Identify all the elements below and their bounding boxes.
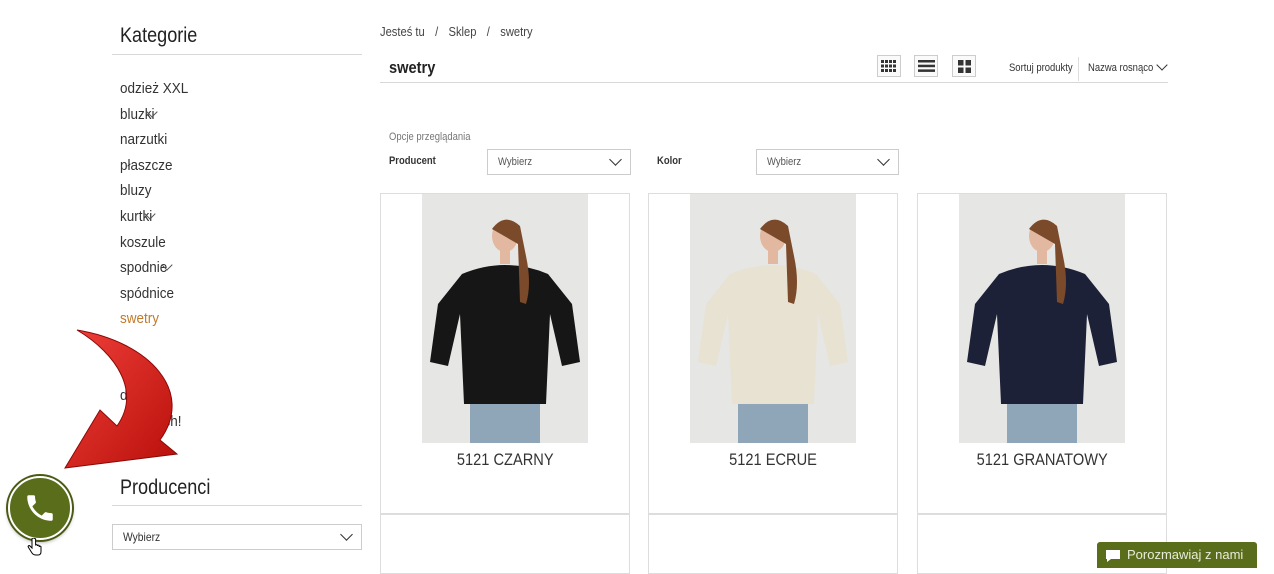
category-item[interactable]: kurtki: [120, 206, 196, 232]
producers-select-value: Wybierz: [123, 530, 161, 544]
chat-button[interactable]: Porozmawiaj z nami: [1097, 542, 1257, 568]
phone-icon: [27, 495, 53, 521]
producers-select[interactable]: Wybierz: [112, 524, 362, 550]
product-name[interactable]: 5121 CZARNY: [381, 450, 629, 470]
category-item[interactable]: narzutki: [120, 129, 196, 155]
chat-bubble-icon: [1106, 550, 1120, 562]
grid-large-icon: [957, 59, 971, 73]
list-view-button[interactable]: [914, 55, 938, 77]
category-label: płaszcze: [120, 156, 173, 174]
product-card[interactable]: [648, 514, 898, 574]
product-card[interactable]: 5121 CZARNY: [380, 193, 630, 514]
sort-select[interactable]: Nazwa rosnąco: [1088, 62, 1164, 74]
breadcrumb: Jesteś tu / Sklep / swetry: [380, 24, 579, 39]
view-options-label: Opcje przeglądania: [389, 131, 471, 143]
call-button[interactable]: [8, 476, 72, 540]
list-icon: [917, 60, 935, 72]
divider: [1078, 57, 1079, 81]
category-item[interactable]: spodnie: [120, 257, 196, 283]
producer-filter-label: Producent: [389, 155, 436, 167]
color-filter-value: Wybierz: [767, 156, 802, 168]
breadcrumb-item[interactable]: Sklep: [449, 24, 477, 39]
sort-label: Sortuj produkty: [1009, 62, 1073, 74]
divider: [112, 54, 362, 55]
divider: [380, 82, 1168, 83]
chevron-down-icon: [877, 153, 890, 166]
category-label: narzutki: [120, 131, 168, 149]
color-filter-select[interactable]: Wybierz: [756, 149, 899, 175]
page-title: swetry: [389, 58, 436, 77]
color-filter-label: Kolor: [657, 155, 682, 167]
breadcrumb-item: swetry: [500, 24, 533, 39]
category-label: odzież XXL: [120, 80, 189, 97]
breadcrumb-item[interactable]: Jesteś tu: [380, 24, 425, 39]
breadcrumb-separator: /: [486, 24, 490, 39]
chevron-down-icon: [609, 153, 622, 166]
grid-small-view-button[interactable]: [877, 55, 901, 77]
red-arrow-icon: [64, 329, 179, 469]
product-card[interactable]: 5121 GRANATOWY: [917, 193, 1167, 514]
category-label: bluzy: [120, 182, 152, 200]
category-item[interactable]: płaszcze: [120, 155, 196, 181]
product-image[interactable]: [959, 194, 1125, 443]
product-name[interactable]: 5121 ECRUE: [649, 450, 897, 470]
product-name[interactable]: 5121 GRANATOWY: [918, 450, 1166, 470]
category-item[interactable]: odzież XXL: [120, 78, 196, 104]
breadcrumb-separator: /: [435, 24, 439, 39]
producer-filter-select[interactable]: Wybierz: [487, 149, 631, 175]
product-card[interactable]: 5121 ECRUE: [648, 193, 898, 514]
grid-large-view-button[interactable]: [952, 55, 976, 77]
product-card[interactable]: [380, 514, 630, 574]
category-label: spodnie: [120, 259, 168, 277]
categories-title: Kategorie: [120, 24, 198, 47]
category-label: koszule: [120, 233, 166, 251]
grid-small-icon: [881, 60, 896, 72]
product-image[interactable]: [422, 194, 588, 443]
divider: [112, 505, 362, 506]
category-item[interactable]: bluzki: [120, 104, 196, 130]
category-item[interactable]: koszule: [120, 232, 196, 258]
chevron-down-icon: [340, 528, 353, 541]
product-image[interactable]: [690, 194, 856, 443]
category-label: spódnice: [120, 284, 175, 302]
category-item[interactable]: bluzy: [120, 180, 196, 206]
chat-label: Porozmawiaj z nami: [1127, 547, 1244, 562]
hand-cursor-icon: [27, 538, 42, 556]
producer-filter-value: Wybierz: [498, 156, 533, 168]
category-item[interactable]: spódnice: [120, 283, 196, 309]
